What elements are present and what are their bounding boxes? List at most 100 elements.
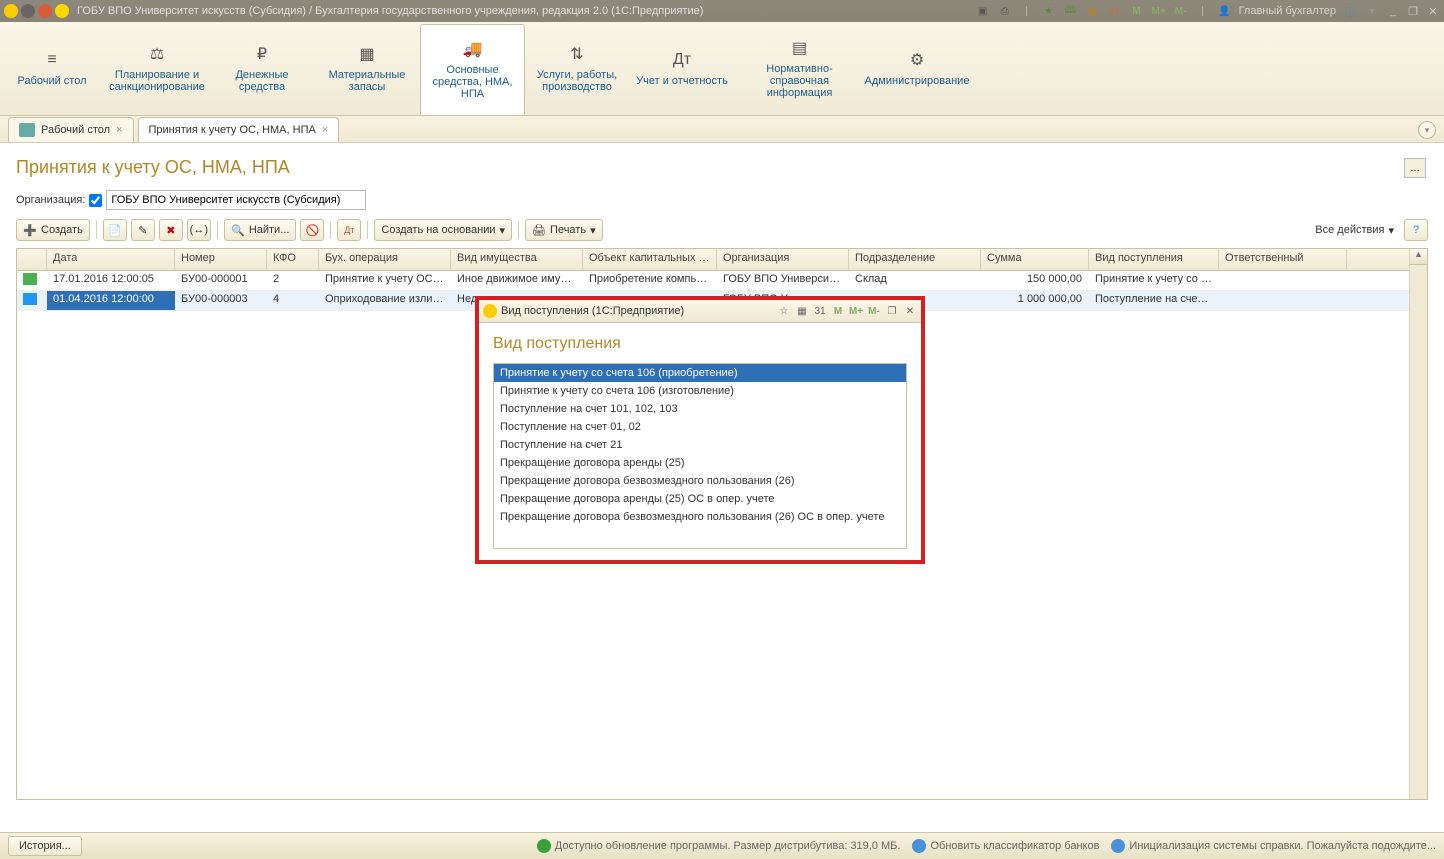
popup-mplus-button[interactable]: M+ xyxy=(849,304,863,318)
gh-resp[interactable]: Ответственный xyxy=(1219,249,1347,270)
cell-date: 01.04.2016 12:00:00 xyxy=(47,291,175,310)
maximize-button[interactable]: ❐ xyxy=(1406,4,1420,18)
copy-icon: 📄 xyxy=(108,223,122,237)
popup-fav-icon[interactable]: ☆ xyxy=(777,304,791,318)
refresh-button[interactable]: (↔) xyxy=(187,219,211,241)
print-button[interactable]: 🖨Печать ▾ xyxy=(525,219,603,241)
section-planning[interactable]: ⚖Планирование и санкционирование xyxy=(105,22,210,115)
scroll-up-icon[interactable]: ▲ xyxy=(1410,249,1427,265)
popup-item[interactable]: Прекращение договора безвозмездного поль… xyxy=(494,472,906,490)
popup-m-button[interactable]: M xyxy=(831,304,845,318)
gh-date[interactable]: Дата xyxy=(47,249,175,270)
tab-acceptance[interactable]: Принятия к учету ОС, НМА, НПА × xyxy=(138,117,340,142)
cell-sum: 150 000,00 xyxy=(981,271,1089,290)
gh-op[interactable]: Бух. операция xyxy=(319,249,451,270)
accounting-icon: Дт xyxy=(673,51,691,69)
history-button[interactable]: История... xyxy=(8,836,82,856)
tabs-dropdown-button[interactable]: ▾ xyxy=(1418,121,1436,139)
favorites-icon[interactable] xyxy=(55,4,69,18)
minimize-button[interactable]: _ xyxy=(1386,4,1400,18)
close-button[interactable]: ✕ xyxy=(1426,4,1440,18)
popup-item[interactable]: Прекращение договора аренды (25) xyxy=(494,454,906,472)
info-icon[interactable]: ⓘ xyxy=(1342,3,1358,19)
titlebar: ГОБУ ВПО Университет искусств (Субсидия)… xyxy=(0,0,1444,22)
popup-close-button[interactable]: ✕ xyxy=(903,304,917,318)
section-admin[interactable]: ⚙Администрирование xyxy=(865,22,970,115)
gh-type[interactable]: Вид поступления xyxy=(1089,249,1219,270)
popup-calc-icon[interactable]: ▦ xyxy=(795,304,809,318)
table-row[interactable]: 17.01.2016 12:00:05 БУ00-000001 2 Принят… xyxy=(17,271,1427,291)
mplus-button[interactable]: M+ xyxy=(1151,3,1167,19)
tool-icon-2[interactable]: ⎙ xyxy=(997,3,1013,19)
section-services[interactable]: ⇅Услуги, работы, производство xyxy=(525,22,630,115)
all-actions-button[interactable]: Все действия ▾ xyxy=(1309,219,1400,241)
cell-num: БУ00-000001 xyxy=(175,271,267,290)
section-reference[interactable]: ▤Нормативно-справочная информация xyxy=(735,22,865,115)
popup-mminus-button[interactable]: M- xyxy=(867,304,881,318)
money-icon: ₽ xyxy=(253,45,271,63)
popup-item[interactable]: Принятие к учету со счета 106 (приобрете… xyxy=(494,364,906,382)
grid-scrollbar[interactable]: ▲ xyxy=(1409,249,1427,799)
gh-sum[interactable]: Сумма xyxy=(981,249,1089,270)
calendar-icon[interactable]: 31 xyxy=(1107,3,1123,19)
forward-icon[interactable] xyxy=(38,4,52,18)
calc-icon[interactable]: ▦ xyxy=(1085,3,1101,19)
cell-type: Поступление на счет 1... xyxy=(1089,291,1219,310)
popup-calendar-icon[interactable]: 31 xyxy=(813,304,827,318)
dtKt-button[interactable]: Дт xyxy=(337,219,361,241)
gh-dept[interactable]: Подразделение xyxy=(849,249,981,270)
back-icon[interactable] xyxy=(21,4,35,18)
close-icon[interactable]: × xyxy=(322,124,328,136)
cell-type: Принятие к учету со сч... xyxy=(1089,271,1219,290)
gh-prop[interactable]: Вид имущества xyxy=(451,249,583,270)
section-materials[interactable]: ▦Материальные запасы xyxy=(315,22,420,115)
popup-maximize-button[interactable]: ❐ xyxy=(885,304,899,318)
titlebar-right-icons: ▣ ⎙ | ★ 🕮 ▦ 31 M M+ M- | 👤 Главный бухга… xyxy=(975,3,1440,19)
popup-item[interactable]: Прекращение договора безвозмездного поль… xyxy=(494,508,906,526)
doc-draft-icon xyxy=(23,293,37,305)
edit-button[interactable]: ✎ xyxy=(131,219,155,241)
org-input[interactable] xyxy=(106,190,366,210)
create-button[interactable]: ➕Создать xyxy=(16,219,90,241)
section-desktop[interactable]: ≡Рабочий стол xyxy=(0,22,105,115)
tool-icon-1[interactable]: ▣ xyxy=(975,3,991,19)
page-options-button[interactable]: … xyxy=(1404,158,1426,178)
create-based-button[interactable]: Создать на основании ▾ xyxy=(374,219,512,241)
section-label: Администрирование xyxy=(865,75,970,87)
section-accounting[interactable]: ДтУчет и отчетность xyxy=(630,22,735,115)
delete-button[interactable]: ✖ xyxy=(159,219,183,241)
close-icon[interactable]: × xyxy=(116,124,122,136)
section-assets[interactable]: 🚚Основные средства, НМА, НПА xyxy=(420,24,525,115)
clear-find-button[interactable]: 🚫 xyxy=(300,219,324,241)
status-update[interactable]: Доступно обновление программы. Размер ди… xyxy=(537,839,901,853)
status-banks[interactable]: Обновить классификатор банков xyxy=(912,839,1099,853)
m-button[interactable]: M xyxy=(1129,3,1145,19)
status-text: Доступно обновление программы. Размер ди… xyxy=(555,840,901,852)
star-tool-icon[interactable]: ★ xyxy=(1041,3,1057,19)
gh-org[interactable]: Организация xyxy=(717,249,849,270)
tab-desktop[interactable]: Рабочий стол × xyxy=(8,117,134,142)
find-button[interactable]: 🔍Найти... xyxy=(224,219,297,241)
tab-label: Рабочий стол xyxy=(41,124,110,136)
section-label: Материальные запасы xyxy=(319,69,415,93)
section-label: Основные средства, НМА, НПА xyxy=(425,64,520,100)
gh-num[interactable]: Номер xyxy=(175,249,267,270)
help-button[interactable]: ? xyxy=(1404,219,1428,241)
popup-item[interactable]: Принятие к учету со счета 106 (изготовле… xyxy=(494,382,906,400)
statusbar: История... Доступно обновление программы… xyxy=(0,832,1444,859)
gh-kfo[interactable]: КФО xyxy=(267,249,319,270)
gh-cap[interactable]: Объект капитальных в... xyxy=(583,249,717,270)
org-checkbox[interactable] xyxy=(89,194,102,207)
popup-item[interactable]: Прекращение договора аренды (25) ОС в оп… xyxy=(494,490,906,508)
mminus-button[interactable]: M- xyxy=(1173,3,1189,19)
cell-op: Принятие к учету ОС, Н... xyxy=(319,271,451,290)
delete-icon: ✖ xyxy=(164,223,178,237)
gh-marker[interactable] xyxy=(17,249,47,270)
popup-item[interactable]: Поступление на счет 01, 02 xyxy=(494,418,906,436)
popup-item[interactable]: Поступление на счет 101, 102, 103 xyxy=(494,400,906,418)
copy-button[interactable]: 📄 xyxy=(103,219,127,241)
1c-icon xyxy=(483,304,497,318)
section-money[interactable]: ₽Денежные средства xyxy=(210,22,315,115)
history-tool-icon[interactable]: 🕮 xyxy=(1063,3,1079,19)
popup-item[interactable]: Поступление на счет 21 xyxy=(494,436,906,454)
